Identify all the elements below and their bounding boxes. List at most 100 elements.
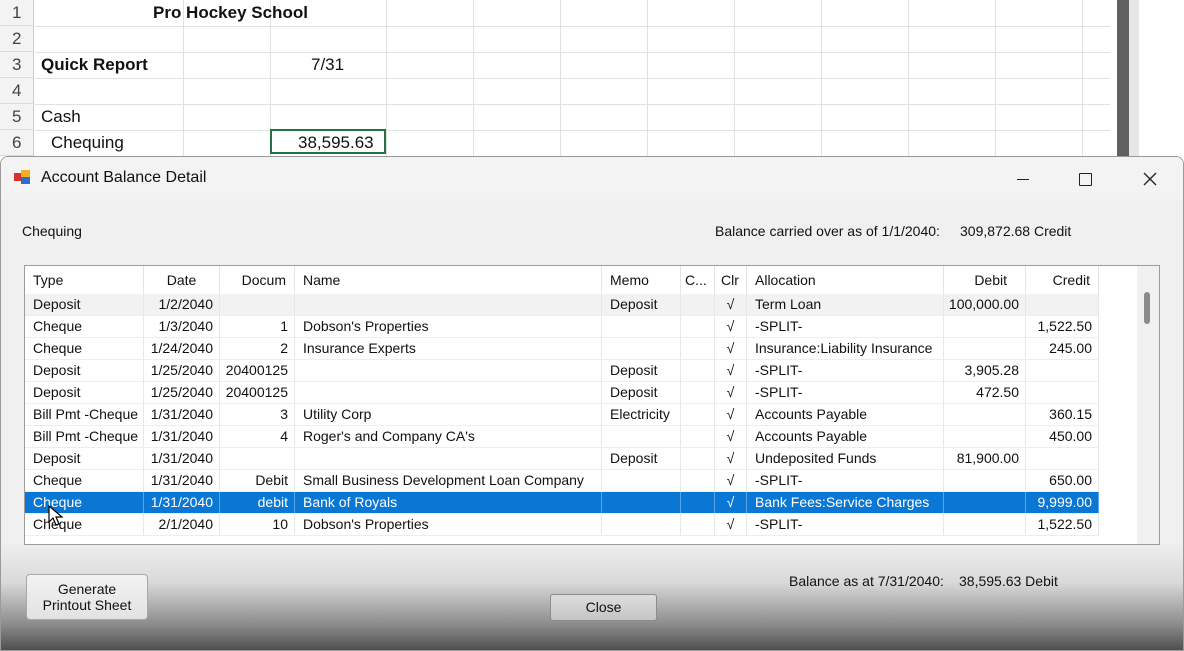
cell-doc[interactable]: 4 [220, 426, 295, 447]
cell-report-date[interactable]: 7/31 [311, 52, 344, 78]
cell-doc[interactable]: 10 [220, 514, 295, 535]
cell-c[interactable] [681, 426, 715, 447]
cell-clr[interactable]: √ [715, 426, 747, 447]
cell-name[interactable]: Small Business Development Loan Company [295, 470, 602, 491]
cell-doc[interactable]: 3 [220, 404, 295, 425]
cell-name[interactable]: Dobson's Properties [295, 316, 602, 337]
cell-debit[interactable] [944, 404, 1026, 425]
cell-credit[interactable] [1026, 448, 1099, 469]
cell-memo[interactable] [602, 316, 681, 337]
cell-alloc[interactable]: -SPLIT- [747, 514, 944, 535]
cell-alloc[interactable]: Accounts Payable [747, 404, 944, 425]
cell-debit[interactable]: 100,000.00 [944, 294, 1026, 315]
cell-type[interactable]: Deposit [25, 448, 144, 469]
cell-alloc[interactable]: -SPLIT- [747, 360, 944, 381]
col-c[interactable]: C... [681, 266, 715, 294]
cell-c[interactable] [681, 448, 715, 469]
cell-name[interactable] [295, 360, 602, 381]
cell-c[interactable] [681, 514, 715, 535]
table-row[interactable]: Deposit 1/31/2040 Deposit √ Undeposited Fund… [25, 448, 1099, 470]
cell-credit[interactable]: 1,522.50 [1026, 514, 1099, 535]
table-row[interactable]: Deposit 1/25/2040 20400125 Deposit √ -SPLIT- 3… [25, 360, 1099, 382]
cell-type[interactable]: Deposit [25, 382, 144, 403]
cell-memo[interactable] [602, 426, 681, 447]
cell-name[interactable]: Bank of Royals [295, 492, 602, 513]
cell-debit[interactable]: 3,905.28 [944, 360, 1026, 381]
generate-printout-button[interactable]: Generate Printout Sheet [26, 574, 148, 620]
cell-type[interactable]: Bill Pmt -Cheque [25, 404, 144, 425]
cell-date[interactable]: 1/31/2040 [144, 426, 220, 447]
cell-memo[interactable]: Electricity [602, 404, 681, 425]
cell-memo[interactable] [602, 470, 681, 491]
cell-credit[interactable] [1026, 382, 1099, 403]
col-document[interactable]: Docum [220, 266, 295, 294]
cell-debit[interactable]: 472.50 [944, 382, 1026, 403]
cell-name[interactable]: Utility Corp [295, 404, 602, 425]
cell-clr[interactable]: √ [715, 382, 747, 403]
cell-c[interactable] [681, 404, 715, 425]
cell-alloc[interactable]: Undeposited Funds [747, 448, 944, 469]
table-row[interactable]: Cheque 1/31/2040 debit Bank of Royals √ Bank … [25, 492, 1099, 514]
cell-memo[interactable] [602, 338, 681, 359]
cell-memo[interactable]: Deposit [602, 294, 681, 315]
table-row[interactable]: Bill Pmt -Cheque 1/31/2040 3 Utility Corp El… [25, 404, 1099, 426]
cell-credit[interactable]: 650.00 [1026, 470, 1099, 491]
cell-clr[interactable]: √ [715, 338, 747, 359]
col-name[interactable]: Name [295, 266, 602, 294]
cell-doc[interactable]: 1 [220, 316, 295, 337]
cell-credit[interactable]: 9,999.00 [1026, 492, 1099, 513]
cell-credit[interactable]: 360.15 [1026, 404, 1099, 425]
cell-date[interactable]: 2/1/2040 [144, 514, 220, 535]
cell-c[interactable] [681, 360, 715, 381]
cell-alloc[interactable]: -SPLIT- [747, 470, 944, 491]
table-row[interactable]: Cheque 1/31/2040 Debit Small Business Devel… [25, 470, 1099, 492]
row-number[interactable]: 4 [0, 78, 34, 104]
cell-c[interactable] [681, 492, 715, 513]
col-debit[interactable]: Debit [944, 266, 1026, 294]
col-type[interactable]: Type [25, 266, 144, 294]
cell-c[interactable] [681, 294, 715, 315]
cell-type[interactable]: Deposit [25, 294, 144, 315]
cell-alloc[interactable]: Term Loan [747, 294, 944, 315]
cell-c[interactable] [681, 338, 715, 359]
cell-doc[interactable]: 20400125 [220, 382, 295, 403]
maximize-button[interactable] [1062, 163, 1108, 193]
cell-clr[interactable]: √ [715, 514, 747, 535]
cell-date[interactable]: 1/3/2040 [144, 316, 220, 337]
col-memo[interactable]: Memo [602, 266, 681, 294]
cell-alloc[interactable]: -SPLIT- [747, 316, 944, 337]
cell-doc[interactable] [220, 448, 295, 469]
transactions-grid[interactable]: Type Date Docum Name Memo C... Clr Alloc… [24, 265, 1160, 545]
col-allocation[interactable]: Allocation [747, 266, 944, 294]
cell-memo[interactable]: Deposit [602, 448, 681, 469]
cell-credit[interactable]: 245.00 [1026, 338, 1099, 359]
sheet-row[interactable]: 2 [0, 26, 1110, 53]
row-number[interactable]: 1 [0, 0, 34, 26]
col-date[interactable]: Date [144, 266, 220, 294]
cell-date[interactable]: 1/31/2040 [144, 470, 220, 491]
cell-type[interactable]: Cheque [25, 316, 144, 337]
cell-doc[interactable] [220, 294, 295, 315]
cell-alloc[interactable]: Bank Fees:Service Charges [747, 492, 944, 513]
table-row[interactable]: Bill Pmt -Cheque 1/31/2040 4 Roger's and Co… [25, 426, 1099, 448]
cell-clr[interactable]: √ [715, 316, 747, 337]
cell-memo[interactable] [602, 492, 681, 513]
cell-debit[interactable] [944, 514, 1026, 535]
sheet-row[interactable]: 5 Cash [0, 104, 1110, 131]
cell-date[interactable]: 1/2/2040 [144, 294, 220, 315]
cell-date[interactable]: 1/25/2040 [144, 360, 220, 381]
cell-memo[interactable]: Deposit [602, 360, 681, 381]
cell-type[interactable]: Deposit [25, 360, 144, 381]
close-button[interactable]: Close [550, 594, 657, 621]
table-row[interactable]: Deposit 1/2/2040 Deposit √ Term Loan 100,000.… [25, 294, 1099, 316]
cell-debit[interactable] [944, 316, 1026, 337]
cell-debit[interactable] [944, 492, 1026, 513]
cell-credit[interactable] [1026, 360, 1099, 381]
cell-name[interactable]: Roger's and Company CA's [295, 426, 602, 447]
cell-doc[interactable]: debit [220, 492, 295, 513]
cell-type[interactable]: Bill Pmt -Cheque [25, 426, 144, 447]
grid-scroll-thumb[interactable] [1144, 292, 1150, 324]
cell-c[interactable] [681, 470, 715, 491]
table-row[interactable]: Cheque2/1/204010Dobson's Properties √-SPL… [25, 514, 1099, 536]
cell-alloc[interactable]: Accounts Payable [747, 426, 944, 447]
